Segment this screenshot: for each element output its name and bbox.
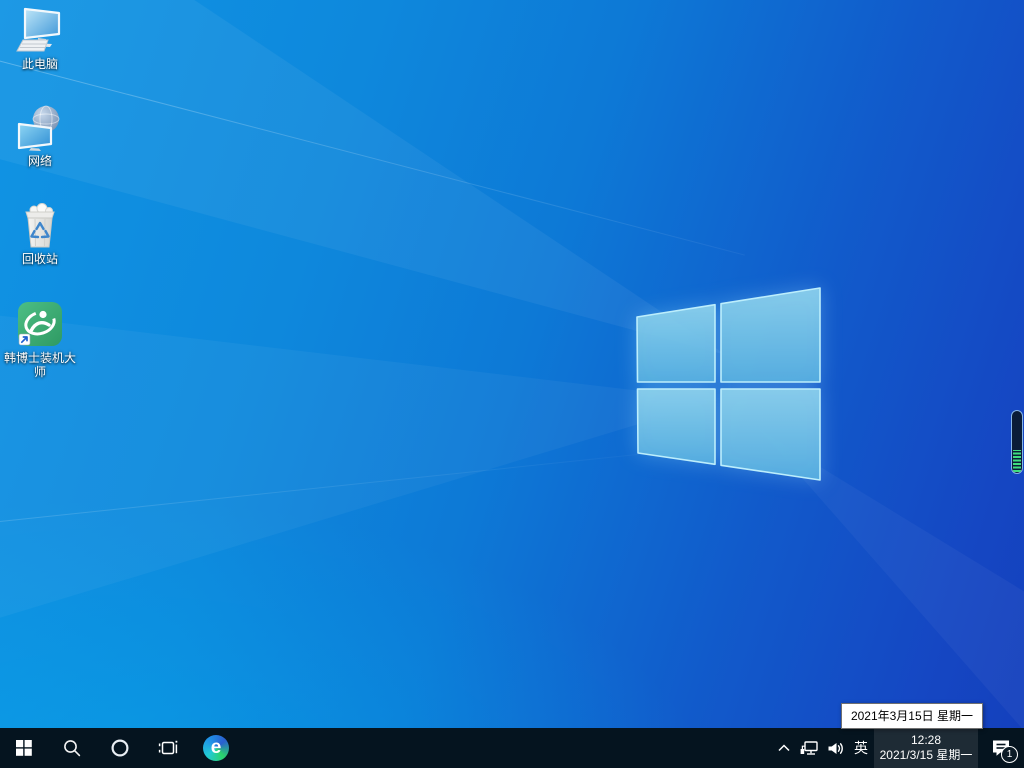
clock-time: 12:28 [910,733,942,747]
clock-date: 2021/3/15 星期一 [879,748,973,762]
ethernet-network-icon [800,740,818,755]
icon-label: 此电脑 [21,57,58,71]
hanboshi-installer-icon [18,302,62,346]
input-method-indicator[interactable]: 英 [848,728,874,768]
taskbar: e 英 12:28 2021/3/15 星期一 1 [0,728,1024,768]
desktop-wallpaper [0,0,1024,768]
icon-label: 回收站 [21,252,58,266]
start-button[interactable] [0,728,48,768]
clock-button[interactable]: 12:28 2021/3/15 星期一 [874,728,978,768]
network-tray-button[interactable] [796,728,822,768]
taskbar-left: e [0,728,240,768]
windows-logo-wallpaper [636,287,821,481]
cortana-circle-icon [111,739,129,757]
action-center-button[interactable]: 1 [978,728,1024,768]
desktop-icon-hanboshi-installer[interactable]: 韩博士装机大师 [0,300,80,379]
level-fill [1013,449,1021,472]
system-tray: 英 12:28 2021/3/15 星期一 1 [772,728,1024,768]
search-icon [64,740,81,757]
icon-label: 韩博士装机大师 [3,351,76,379]
edge-icon: e [203,735,229,761]
task-view-button[interactable] [144,728,192,768]
date-tooltip: 2021年3月15日 星期一 [840,703,983,729]
desktop-icon-recycle-bin[interactable]: 回收站 [0,201,80,266]
volume-tray-button[interactable] [822,728,848,768]
tray-overflow-button[interactable] [772,728,796,768]
speaker-volume-icon [828,742,843,754]
edge-letter: e [210,736,222,758]
windows-start-icon [16,740,32,756]
search-button[interactable] [48,728,96,768]
this-pc-icon [16,7,61,52]
network-icon [17,105,60,151]
chevron-up-icon [778,744,790,752]
cortana-button[interactable] [96,728,144,768]
edge-volume-level-indicator[interactable] [1011,410,1023,474]
edge-browser-button[interactable]: e [192,728,240,768]
ime-label: 英 [854,740,868,756]
icon-label: 网络 [27,154,52,168]
desktop-icon-network[interactable]: 网络 [0,103,80,168]
recycle-bin-icon [25,203,55,248]
taskbar-empty-area [240,728,772,768]
task-view-icon [158,740,178,755]
notification-count-badge: 1 [1001,746,1018,763]
desktop-icon-this-pc[interactable]: 此电脑 [0,6,80,71]
